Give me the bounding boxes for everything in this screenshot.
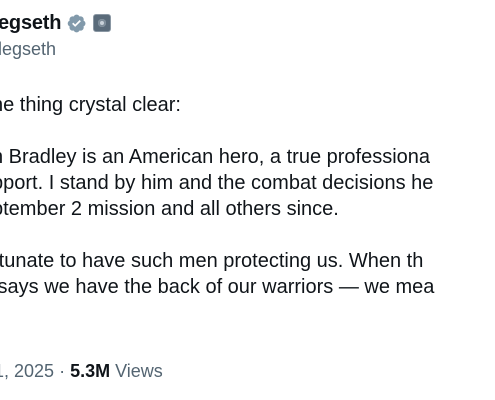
affiliation-badge-icon[interactable] — [93, 14, 112, 32]
meta-separator: · — [54, 361, 71, 381]
tweet-meta: 1, 2025 · 5.3M Views — [0, 361, 163, 382]
tweet-text-line: ptember 2 mission and all others since. — [0, 198, 339, 220]
tweet-text-line: h Bradley is an American hero, a true pr… — [0, 146, 431, 168]
author-handle[interactable]: legseth — [0, 39, 56, 60]
views-label[interactable]: Views — [110, 361, 163, 381]
tweet-text-line: ne thing crystal clear: — [0, 94, 181, 116]
verified-badge-icon[interactable] — [66, 13, 87, 34]
author-display-name[interactable]: egseth — [0, 12, 61, 35]
tweet-text-line: pport. I stand by him and the combat dec… — [0, 172, 434, 194]
author-row: egseth — [0, 10, 112, 36]
views-count[interactable]: 5.3M — [70, 361, 110, 381]
tweet-text-line: says we have the back of our warriors — … — [0, 276, 435, 298]
tweet-text: ne thing crystal clear: h Bradley is an … — [0, 92, 495, 300]
tweet-text-line: rtunate to have such men protecting us. … — [0, 250, 424, 272]
tweet-date[interactable]: 1, 2025 — [0, 361, 54, 381]
tweet-detail: egseth legseth ne thing crystal clear: h… — [0, 0, 495, 400]
